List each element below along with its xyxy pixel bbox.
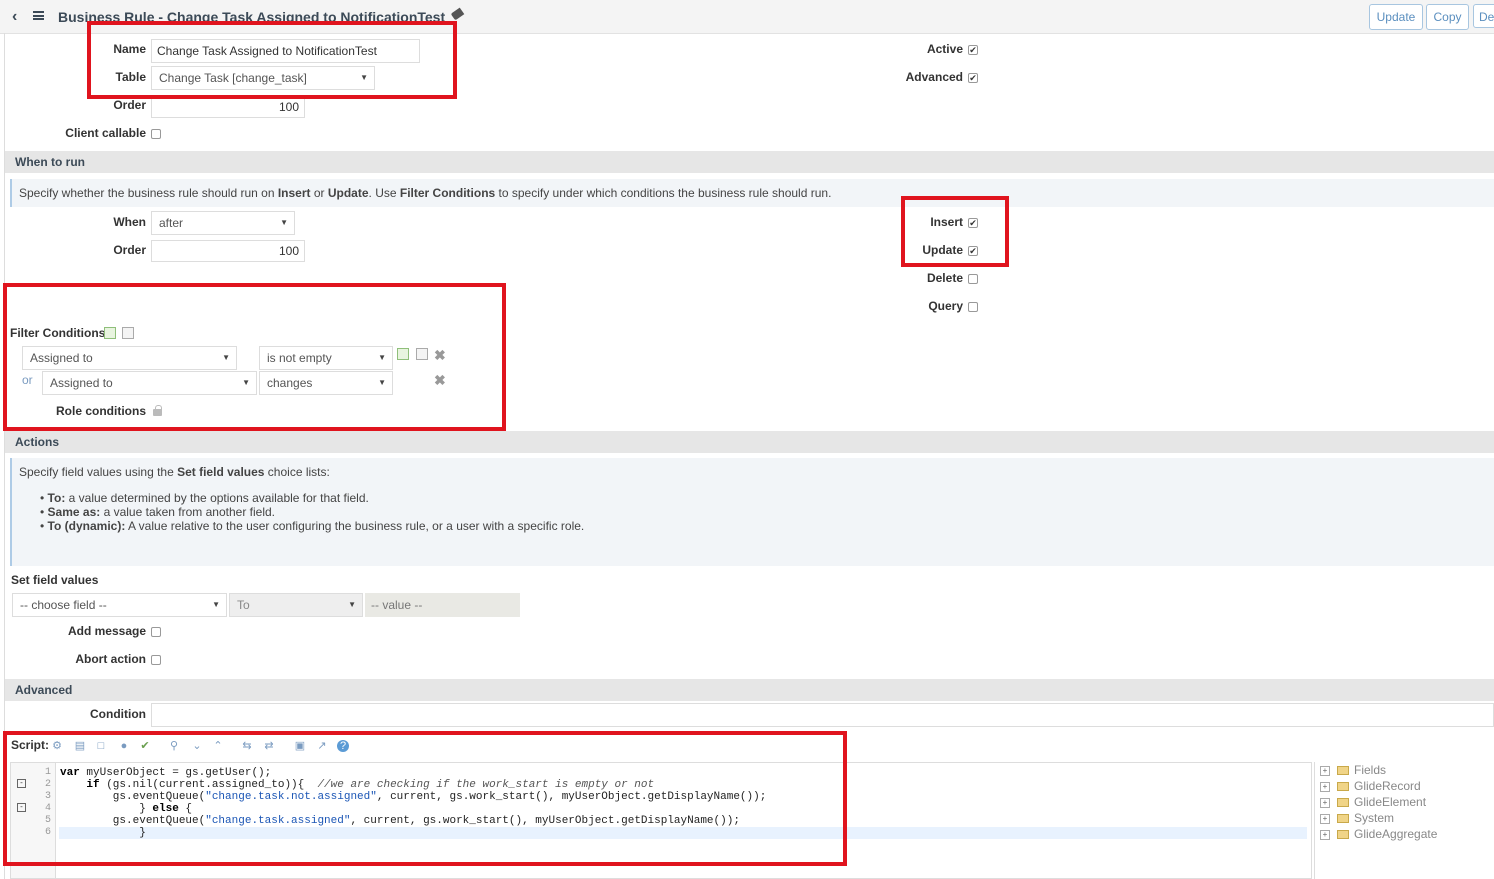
- copy-button[interactable]: Copy: [1426, 4, 1469, 30]
- add-message-label: Add message: [67, 624, 146, 638]
- tree-item-glideaggregate[interactable]: + GlideAggregate: [1320, 827, 1437, 841]
- when-label: When: [113, 215, 146, 229]
- folder-icon: [1337, 814, 1349, 824]
- folder-icon: [1337, 830, 1349, 840]
- set-field-values-label: Set field values: [11, 573, 99, 587]
- advanced-label: Advanced: [905, 70, 963, 84]
- actions-info-intro: Specify field values using the Set field…: [19, 465, 330, 479]
- list-item: • To: a value determined by the options …: [40, 491, 369, 505]
- menu-icon[interactable]: [33, 11, 44, 20]
- actions-section: Actions: [5, 431, 1494, 453]
- order-label: Order: [113, 98, 146, 112]
- condition-input[interactable]: [151, 703, 1494, 727]
- info-text-part: to specify under which conditions the bu…: [495, 186, 832, 200]
- expand-icon[interactable]: +: [1320, 797, 1330, 808]
- back-icon[interactable]: ‹: [12, 8, 17, 26]
- list-item: • To (dynamic): A value relative to the …: [40, 519, 585, 533]
- tree-item-label: System: [1354, 811, 1395, 825]
- info-text-part: Specify whether the business rule should…: [19, 186, 278, 200]
- query-label: Query: [928, 299, 963, 313]
- info-text-part: choice lists:: [264, 465, 330, 479]
- tree-item-label: GlideAggregate: [1354, 827, 1438, 841]
- dropdown-arrow-icon: ▼: [280, 218, 288, 227]
- when-select-value: after: [159, 216, 184, 230]
- when-to-run-section: When to run: [5, 151, 1494, 173]
- bullet-term: Same as:: [47, 505, 101, 519]
- highlight-box-insert-update: [901, 196, 1009, 267]
- tree-item-gliderecord[interactable]: + GlideRecord: [1320, 779, 1421, 793]
- condition-label: Condition: [90, 707, 146, 721]
- delete-button[interactable]: De: [1473, 4, 1494, 28]
- tree-item-label: GlideElement: [1354, 795, 1427, 809]
- dropdown-arrow-icon: ▼: [348, 600, 356, 609]
- info-text-set-field: Set field values: [177, 465, 265, 479]
- to-value: To: [237, 598, 250, 612]
- expand-icon[interactable]: +: [1320, 829, 1330, 840]
- order-label-2: Order: [113, 243, 146, 257]
- tag-icon[interactable]: [450, 7, 465, 21]
- when-select[interactable]: after ▼: [151, 211, 295, 235]
- actions-bullets: • To: a value determined by the options …: [40, 491, 584, 533]
- order-input[interactable]: 100: [151, 96, 305, 118]
- expand-icon[interactable]: +: [1320, 813, 1330, 824]
- client-callable-checkbox[interactable]: [151, 129, 161, 139]
- bullet-term: To (dynamic):: [47, 519, 126, 533]
- highlight-box-filter: [3, 283, 506, 431]
- delete-checkbox[interactable]: [968, 274, 978, 284]
- dropdown-arrow-icon: ▼: [212, 600, 220, 609]
- when-to-run-info: Specify whether the business rule should…: [10, 179, 1494, 207]
- choose-field-value: -- choose field --: [20, 598, 107, 612]
- tree-item-fields[interactable]: + Fields: [1320, 763, 1386, 777]
- info-text-update: Update: [327, 186, 369, 200]
- tree-item-glideelement[interactable]: + GlideElement: [1320, 795, 1426, 809]
- abort-action-checkbox[interactable]: [151, 655, 161, 665]
- active-label: Active: [926, 42, 963, 56]
- folder-icon: [1337, 798, 1349, 808]
- add-message-checkbox[interactable]: [151, 627, 161, 637]
- bullet-text: a value taken from another field.: [100, 505, 276, 519]
- highlight-box-script: [3, 731, 847, 866]
- active-checkbox[interactable]: ✔: [968, 45, 978, 55]
- info-text-insert: Insert: [277, 186, 311, 200]
- info-text-part: or: [310, 186, 328, 200]
- folder-icon: [1337, 766, 1349, 776]
- bullet-text: a value determined by the options availa…: [65, 491, 369, 505]
- info-text: Specify whether the business rule should…: [19, 186, 831, 200]
- section-title: When to run: [15, 155, 85, 169]
- bullet-text: A value relative to the user configuring…: [125, 519, 585, 533]
- query-checkbox[interactable]: [968, 302, 978, 312]
- info-text-filter: Filter Conditions: [399, 186, 496, 200]
- update-button[interactable]: Update: [1369, 4, 1423, 30]
- expand-icon[interactable]: +: [1320, 765, 1330, 776]
- tree-item-label: GlideRecord: [1354, 779, 1421, 793]
- order-input-2[interactable]: 100: [151, 240, 305, 262]
- tree-item-system[interactable]: + System: [1320, 811, 1394, 825]
- choose-field-select[interactable]: -- choose field -- ▼: [12, 593, 227, 617]
- actions-info: Specify field values using the Set field…: [10, 458, 1494, 566]
- tree-item-label: Fields: [1354, 763, 1387, 777]
- value-input[interactable]: -- value --: [365, 593, 520, 617]
- list-item: • Same as: a value taken from another fi…: [40, 505, 276, 519]
- value-placeholder: -- value --: [371, 598, 423, 612]
- abort-action-label: Abort action: [75, 652, 146, 666]
- info-text-part: . Use: [368, 186, 400, 200]
- highlight-box-name-table: [87, 21, 457, 99]
- delete-label: Delete: [926, 271, 963, 285]
- expand-icon[interactable]: +: [1320, 781, 1330, 792]
- client-callable-label: Client callable: [65, 126, 146, 140]
- bullet-term: To:: [47, 491, 66, 505]
- folder-icon: [1337, 782, 1349, 792]
- advanced-section: Advanced: [5, 679, 1494, 701]
- advanced-checkbox[interactable]: ✔: [968, 73, 978, 83]
- to-select[interactable]: To ▼: [229, 593, 363, 617]
- section-title: Actions: [15, 435, 60, 449]
- section-title: Advanced: [15, 683, 73, 697]
- info-text-part: Specify field values using the: [19, 465, 178, 479]
